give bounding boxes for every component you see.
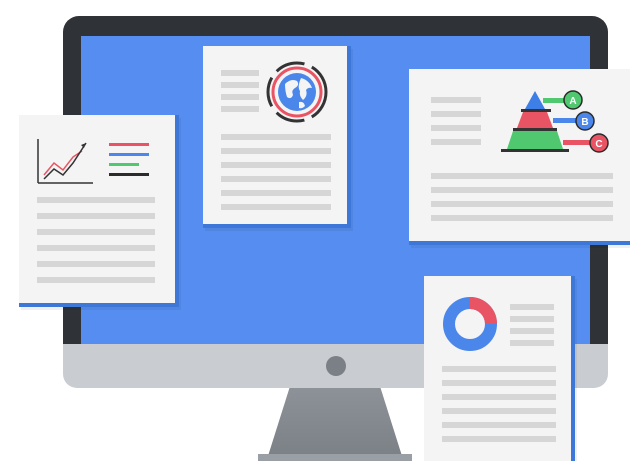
text-line [221,106,259,112]
legend-line-black [109,173,149,176]
text-line [442,366,556,372]
text-line [442,422,556,428]
monitor-stand [268,388,402,456]
text-line [431,97,481,103]
text-line [221,70,259,76]
donut-chart-icon [443,297,497,351]
document-line-chart [19,115,179,307]
document-pyramid-chart: A B C [409,69,630,245]
text-line [37,245,155,251]
text-line [37,261,155,267]
legend-line-blue [109,153,149,156]
text-line [431,139,481,145]
text-line [37,229,155,235]
text-line [510,328,554,334]
text-line [221,148,331,154]
text-line [431,173,613,179]
text-line [442,394,556,400]
text-line [510,304,554,310]
badge-label-b: B [581,117,588,128]
line-chart-icon [37,139,93,184]
text-line [37,197,155,203]
text-line [37,213,155,219]
pyramid-chart-icon: A B C [501,90,609,153]
monitor-stand-base [258,454,412,461]
text-line [510,340,554,346]
text-line [431,125,481,131]
document-donut-chart [424,276,575,461]
text-line [221,204,331,210]
text-line [442,380,556,386]
badge-label-c: C [595,139,602,150]
text-line [221,176,331,182]
text-line [431,187,613,193]
text-line [431,201,613,207]
text-line [37,277,155,283]
text-line [221,82,259,88]
text-line [442,436,556,442]
text-line [221,134,331,140]
text-line [221,162,331,168]
legend-line-red [109,143,149,146]
text-line [442,408,556,414]
legend-line-green [109,163,139,166]
power-button [326,356,346,376]
text-line [221,94,259,100]
text-line [510,316,554,322]
globe-icon [266,61,328,123]
text-line [221,190,331,196]
text-line [431,215,613,221]
document-globe [203,46,351,228]
text-line [431,111,481,117]
badge-label-a: A [569,96,576,107]
